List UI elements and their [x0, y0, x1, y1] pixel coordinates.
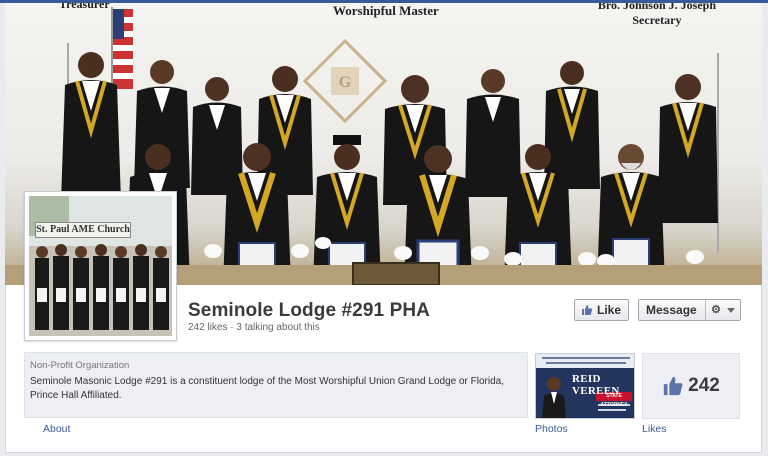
profile-group-illustration: [29, 196, 172, 336]
button-divider: [705, 300, 706, 320]
like-button-label: Like: [597, 303, 622, 317]
masonic-emblem: G: [302, 38, 388, 124]
cover-caption-master: Worshipful Master: [333, 3, 439, 18]
secretary-name: Bro. Johnson J. Joseph: [597, 3, 716, 12]
tab-photos[interactable]: Photos: [535, 423, 568, 435]
profile-picture[interactable]: St. Paul AME Church: [24, 191, 177, 341]
profile-photo: St. Paul AME Church: [29, 196, 172, 336]
svg-text:G: G: [339, 74, 352, 91]
cover-caption-treasurer: Treasurer: [59, 3, 110, 11]
framed-certificate: [352, 262, 440, 285]
tab-likes[interactable]: Likes: [642, 423, 667, 435]
photos-thumbnail[interactable]: REID VEREEN STATE ATTORNEY: [535, 353, 635, 419]
message-button[interactable]: Message ⚙: [638, 299, 741, 321]
secretary-title: Secretary: [632, 13, 682, 27]
page-description: Seminole Masonic Lodge #291 is a constit…: [30, 376, 504, 401]
message-button-label: Message: [646, 303, 697, 317]
about-box[interactable]: Non-Profit Organization Seminole Masonic…: [24, 352, 528, 418]
thumbs-up-icon: [582, 305, 593, 315]
likes-box[interactable]: 242: [642, 353, 740, 419]
flyer-subtitle: STATE ATTORNEY: [600, 393, 628, 408]
page-category: Non-Profit Organization: [30, 360, 130, 371]
church-sign: St. Paul AME Church: [35, 222, 131, 238]
tab-about[interactable]: About: [43, 423, 70, 435]
cover-caption-secretary: Bro. Johnson J. Joseph Secretary: [598, 3, 716, 28]
gear-icon[interactable]: ⚙: [711, 303, 721, 316]
chevron-down-icon[interactable]: [727, 308, 735, 313]
like-button[interactable]: Like: [574, 299, 629, 321]
page-stats: 242 likes · 3 talking about this: [188, 322, 320, 333]
page-title[interactable]: Seminole Lodge #291 PHA: [188, 300, 430, 322]
likes-count: 242: [688, 375, 720, 396]
thumbs-up-icon: [663, 376, 683, 396]
